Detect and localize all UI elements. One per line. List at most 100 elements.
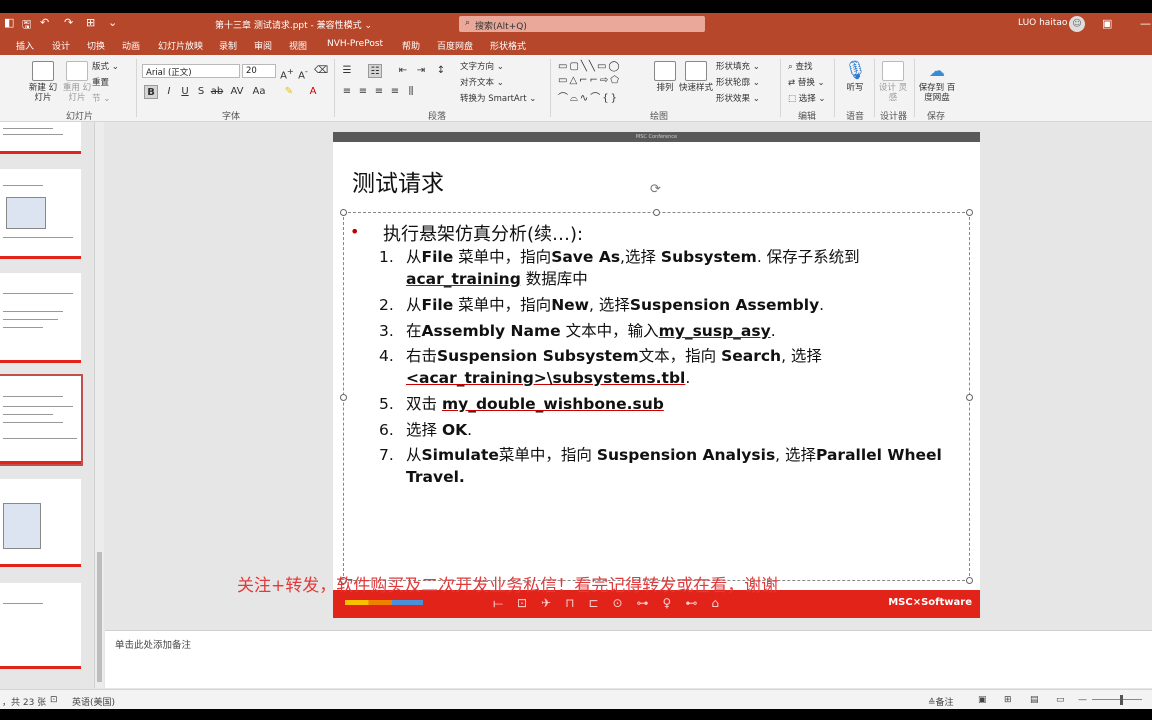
arrange-button[interactable]: 排列 <box>648 61 682 93</box>
font-size-combo[interactable]: 20 <box>242 64 276 78</box>
underline-icon[interactable]: U <box>178 85 192 99</box>
tab-nvh-prepost[interactable]: NVH-PrePost <box>327 39 383 49</box>
save-icon[interactable]: 🖫 <box>22 16 31 35</box>
align-right-icon[interactable]: ≡ <box>372 85 386 99</box>
shadow-icon[interactable]: S <box>194 85 208 99</box>
shape-outline-button[interactable]: 形状轮廓 ⌄ <box>716 76 760 88</box>
align-text-button[interactable]: 对齐文本 ⌄ <box>460 76 504 88</box>
tab-review[interactable]: 审阅 <box>254 39 272 52</box>
tab-slideshow[interactable]: 幻灯片放映 <box>158 39 203 52</box>
tab-shape-format[interactable]: 形状格式 <box>490 39 526 52</box>
msc-software-logo: MSC⨯Software <box>888 597 972 608</box>
tab-help[interactable]: 帮助 <box>402 39 420 52</box>
change-case-icon[interactable]: Aa <box>252 85 266 99</box>
smartart-button[interactable]: 转换为 SmartArt ⌄ <box>460 92 536 104</box>
bullets-icon[interactable]: ☰ <box>340 64 354 78</box>
normal-view-icon[interactable]: ▣ <box>978 695 987 705</box>
quick-styles-button[interactable]: 快速样式 <box>679 61 713 93</box>
slide-thumbnail[interactable] <box>0 169 81 259</box>
tab-insert[interactable]: 插入 <box>16 39 34 52</box>
search-box[interactable]: ⌕ 搜索(Alt+Q) <box>459 16 705 32</box>
zoom-out-icon[interactable]: — <box>1078 695 1087 705</box>
tab-design[interactable]: 设计 <box>52 39 70 52</box>
slideshow-icon[interactable]: ▭ <box>1056 695 1065 705</box>
resize-handle[interactable] <box>966 394 973 401</box>
minimize-icon[interactable]: — <box>1140 17 1151 30</box>
present-icon[interactable]: ⊞ <box>86 16 95 29</box>
divider <box>136 59 137 117</box>
slide-sorter-icon[interactable]: ⊞ <box>1004 695 1012 705</box>
shape-effects-button[interactable]: 形状效果 ⌄ <box>716 92 760 104</box>
tab-animations[interactable]: 动画 <box>122 39 140 52</box>
list-text: 从Simulate菜单中，指向 Suspension Analysis, 选择P… <box>406 446 942 464</box>
save-baidu-button[interactable]: ☁ 保存到 百度网盘 <box>918 61 956 103</box>
justify-icon[interactable]: ≡ <box>388 85 402 99</box>
customize-toolbar-icon[interactable]: ⌄ <box>108 16 117 29</box>
tab-transitions[interactable]: 切换 <box>87 39 105 52</box>
ribbon-display-icon[interactable]: ▣ <box>1102 17 1112 30</box>
resize-handle[interactable] <box>966 209 973 216</box>
redo-icon[interactable]: ↷ <box>64 16 73 29</box>
slide-title[interactable]: 测试请求 <box>352 164 444 198</box>
decrease-indent-icon[interactable]: ⇤ <box>396 64 410 78</box>
resize-handle[interactable] <box>340 394 347 401</box>
reuse-slide-button[interactable]: 重用 幻灯片 <box>60 61 94 103</box>
tab-baidu[interactable]: 百度网盘 <box>437 39 473 52</box>
reading-view-icon[interactable]: ▤ <box>1030 695 1039 705</box>
font-name-combo[interactable]: Arial (正文) <box>142 64 240 78</box>
avatar[interactable]: ☺ <box>1069 16 1085 32</box>
rotate-handle-icon[interactable]: ⟳ <box>650 182 661 197</box>
increase-indent-icon[interactable]: ⇥ <box>414 64 428 78</box>
layout-button[interactable]: 版式 ⌄ <box>92 60 119 72</box>
resize-handle[interactable] <box>340 209 347 216</box>
highlight-icon[interactable]: ✎ <box>282 85 296 99</box>
accessibility-icon[interactable]: ⊡ <box>50 695 58 705</box>
tab-view[interactable]: 视图 <box>289 39 307 52</box>
bold-icon[interactable]: B <box>144 85 158 99</box>
font-color-icon[interactable]: A <box>306 85 320 99</box>
line-spacing-icon[interactable]: ↕ <box>434 64 448 78</box>
zoom-slider[interactable] <box>1092 699 1142 700</box>
strikethrough-icon[interactable]: ab <box>210 85 224 99</box>
char-spacing-icon[interactable]: AV <box>230 85 244 99</box>
notes-toggle[interactable]: ≙备注 <box>928 695 954 708</box>
language-status[interactable]: 英语(美国) <box>72 695 115 708</box>
text-direction-button[interactable]: 文字方向 ⌄ <box>460 60 504 72</box>
zoom-slider-thumb[interactable] <box>1120 695 1123 705</box>
dictate-button[interactable]: 🎙 听写 <box>838 61 872 94</box>
slide-thumbnail[interactable] <box>0 122 81 154</box>
section-button[interactable]: 节 ⌄ <box>92 92 110 104</box>
align-center-icon[interactable]: ≡ <box>356 85 370 99</box>
grow-font-icon[interactable]: A+ <box>280 64 294 81</box>
slide-canvas[interactable]: MSC Conference 测试请求 ⟳ • 执行悬架仿真分析(续…): 1.… <box>333 132 980 618</box>
shape-fill-button[interactable]: 形状填充 ⌄ <box>716 60 760 72</box>
clear-format-icon[interactable]: ⌫ <box>314 64 328 78</box>
slide-thumbnail-selected[interactable] <box>0 374 83 466</box>
shrink-font-icon[interactable]: A- <box>296 64 310 81</box>
shapes-gallery-row2[interactable]: ▭△⌐⌐⇨⬠ <box>558 75 621 86</box>
replace-button[interactable]: ⇄ 替换 ⌄ <box>788 76 825 88</box>
notes-pane[interactable]: 单击此处添加备注 <box>105 630 1152 688</box>
columns-icon[interactable]: ⫼ <box>404 85 418 99</box>
reset-button[interactable]: 重置 <box>92 76 109 88</box>
align-left-icon[interactable]: ≡ <box>340 85 354 99</box>
user-name[interactable]: LUO haitao <box>1018 18 1067 28</box>
scrollbar-thumb[interactable] <box>97 552 102 682</box>
designer-button[interactable]: 设计 灵感 <box>876 61 910 103</box>
slide-thumbnail[interactable] <box>0 273 81 363</box>
thumbnail-scrollbar[interactable] <box>94 122 104 688</box>
numbering-icon[interactable]: ☷ <box>368 64 382 78</box>
shapes-gallery[interactable]: ▭▢╲╲▭◯ <box>558 61 622 72</box>
resize-handle[interactable] <box>653 209 660 216</box>
slide-thumbnail[interactable] <box>0 479 81 567</box>
tab-record[interactable]: 录制 <box>219 39 237 52</box>
find-button[interactable]: ⌕ 查找 <box>788 60 812 72</box>
select-button[interactable]: ⬚ 选择 ⌄ <box>788 92 826 104</box>
slide-thumbnail[interactable] <box>0 583 81 669</box>
list-number: 4. <box>379 347 394 365</box>
shapes-gallery-row3[interactable]: ⌒⌓∿⌒{} <box>558 89 619 104</box>
new-slide-button[interactable]: 新建 幻灯片 <box>26 61 60 103</box>
resize-handle[interactable] <box>966 577 973 584</box>
italic-icon[interactable]: I <box>162 85 176 99</box>
undo-icon[interactable]: ↶ <box>40 16 49 29</box>
